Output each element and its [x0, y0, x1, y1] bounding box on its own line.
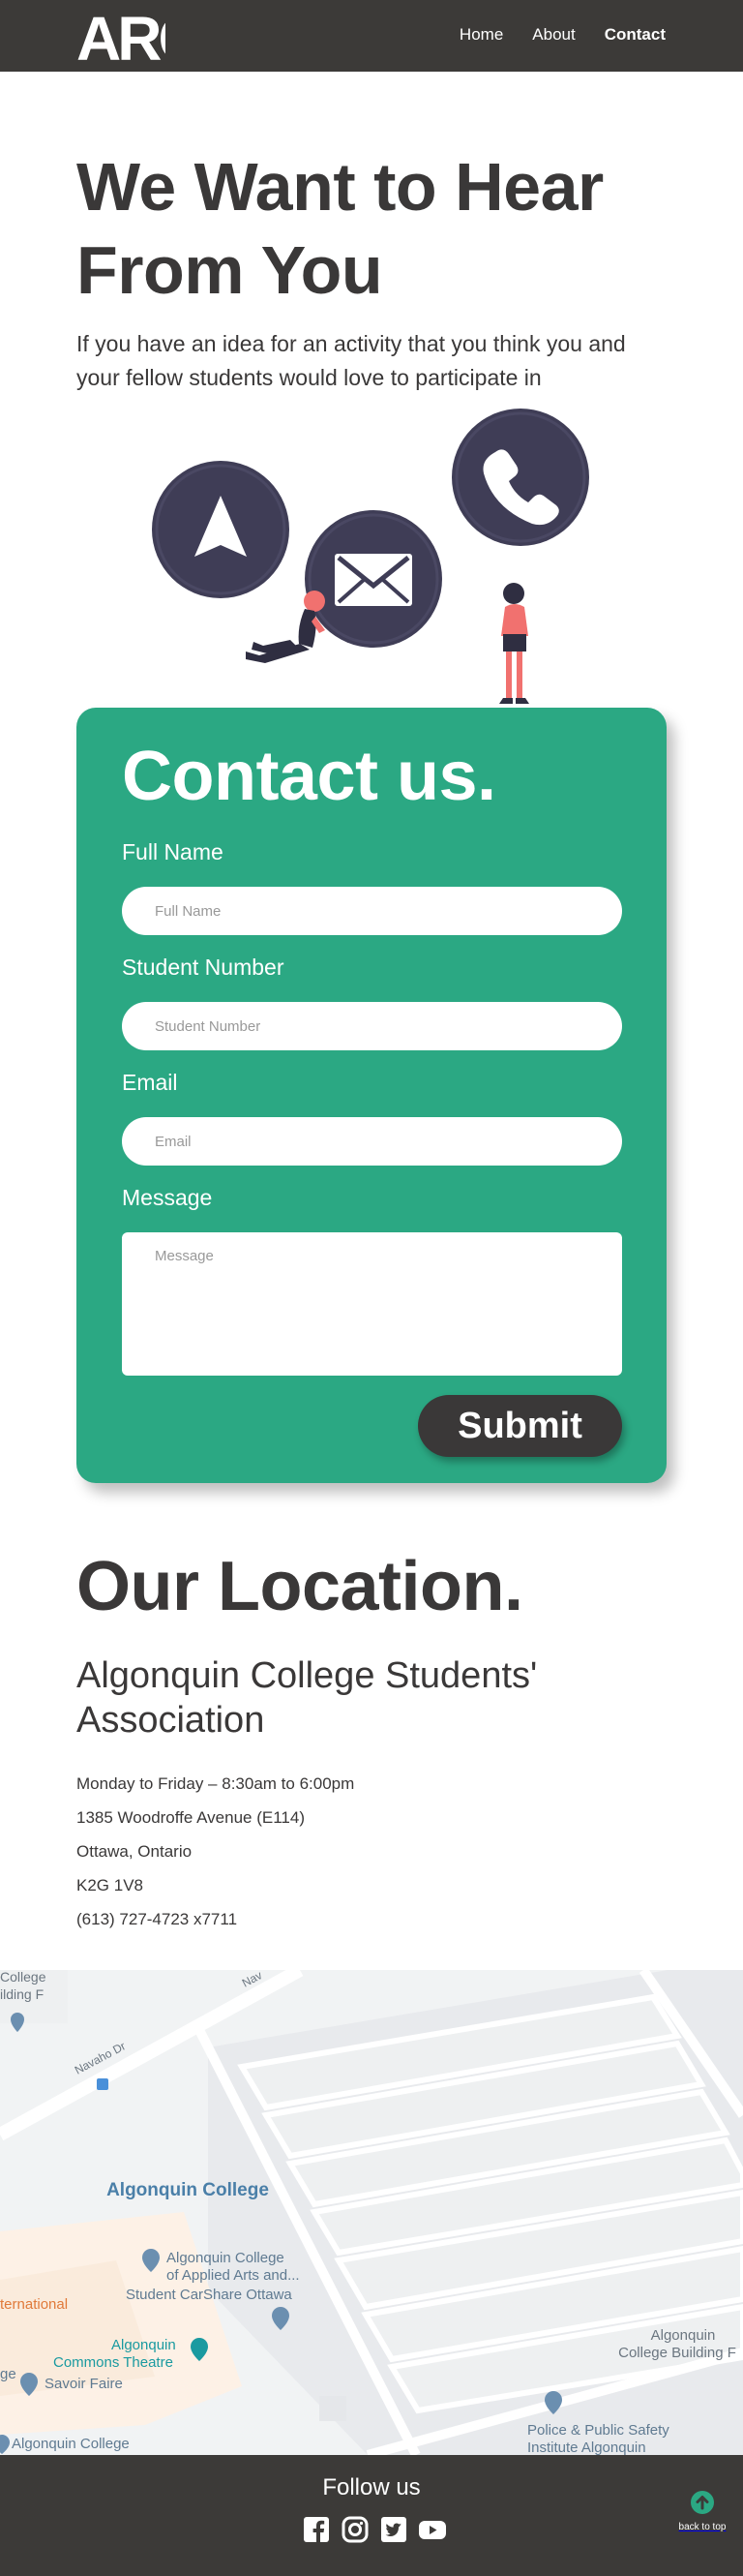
submit-button[interactable]: Submit	[418, 1395, 622, 1457]
svg-text:ARC: ARC	[76, 6, 165, 66]
standing-person-illustration	[499, 583, 529, 704]
map-label-applied-arts-1: Algonquin College	[166, 2250, 284, 2266]
map-label-building-top: ilding F	[0, 1986, 44, 2002]
postal-code: K2G 1V8	[76, 1876, 143, 1894]
instagram-icon[interactable]	[341, 2515, 370, 2544]
map-label-college-top: College	[0, 1970, 46, 1985]
contact-form-title: Contact us.	[122, 738, 496, 815]
map-label-ge: ge	[0, 2366, 16, 2382]
map-label-international: ternational	[0, 2296, 68, 2313]
student-number-input[interactable]	[122, 1002, 622, 1050]
envelope-icon	[305, 510, 442, 648]
map-label-building-right-1: Algonquin	[651, 2327, 716, 2344]
full-name-input[interactable]	[122, 887, 622, 935]
site-footer: Follow us back to top	[0, 2455, 743, 2576]
facebook-icon[interactable]	[302, 2515, 331, 2544]
twitter-icon[interactable]	[379, 2515, 408, 2544]
full-name-label: Full Name	[122, 839, 223, 864]
map-label-applied-arts-2: of Applied Arts and...	[166, 2267, 300, 2284]
student-number-label: Student Number	[122, 955, 284, 980]
map-label-carshare: Student CarShare Ottawa	[126, 2287, 292, 2303]
map-label-police-1: Police & Public Safety	[527, 2422, 669, 2439]
back-to-top-link[interactable]: back to top	[674, 2490, 730, 2534]
street-address: 1385 Woodroffe Avenue (E114)	[76, 1808, 305, 1827]
follow-us-label: Follow us	[322, 2474, 421, 2500]
map-label-algonquin-college: Algonquin College	[106, 2180, 269, 2200]
email-input[interactable]	[122, 1117, 622, 1166]
arrow-up-circle-icon	[691, 2491, 714, 2514]
contact-form-card: Contact us. Full Name Student Number Ema…	[76, 708, 667, 1483]
message-label: Message	[122, 1185, 213, 1210]
location-details: Monday to Friday – 8:30am to 6:00pm 1385…	[76, 1767, 354, 1936]
phone-number: (613) 727-4723 x7711	[76, 1910, 238, 1928]
hero-subtitle: If you have an idea for an activity that…	[76, 331, 626, 390]
nav-links: Home About Contact	[460, 25, 666, 45]
map-label-building-right-2: College Building F	[618, 2345, 736, 2361]
message-textarea[interactable]	[122, 1232, 622, 1376]
map-label-commons-1: Algonquin	[111, 2337, 176, 2353]
arc-logo[interactable]: ARC	[76, 6, 165, 66]
hero-title: We Want to Hear From You	[76, 149, 604, 308]
map-label-savoir-faire: Savoir Faire	[45, 2376, 123, 2392]
map-label-commons-2: Commons Theatre	[53, 2354, 173, 2371]
map-label-college-bottom: Algonquin College	[12, 2436, 130, 2452]
email-label: Email	[122, 1070, 178, 1095]
organization-name: Algonquin College Students' Association	[76, 1655, 538, 1741]
contact-illustration	[152, 409, 589, 704]
city-province: Ottawa, Ontario	[76, 1842, 193, 1861]
nav-link-about[interactable]: About	[532, 25, 575, 45]
map-label-police-2: Institute Algonquin	[527, 2440, 646, 2455]
sitting-person-illustration	[246, 591, 325, 663]
location-title: Our Location.	[76, 1548, 523, 1625]
office-hours: Monday to Friday – 8:30am to 6:00pm	[76, 1774, 355, 1793]
bus-stop-icon	[97, 2078, 108, 2090]
back-to-top-label: back to top	[678, 2522, 727, 2532]
nav-link-contact[interactable]: Contact	[605, 25, 666, 45]
phone-icon	[452, 409, 589, 546]
navigation-arrow-icon	[152, 461, 289, 598]
youtube-icon[interactable]	[418, 2515, 447, 2544]
nav-link-home[interactable]: Home	[460, 25, 503, 45]
social-links	[302, 2515, 447, 2544]
top-navbar: ARC Home About Contact	[0, 0, 743, 72]
location-map[interactable]: College ilding F Navaho Dr Nav Algonquin…	[0, 1970, 743, 2455]
